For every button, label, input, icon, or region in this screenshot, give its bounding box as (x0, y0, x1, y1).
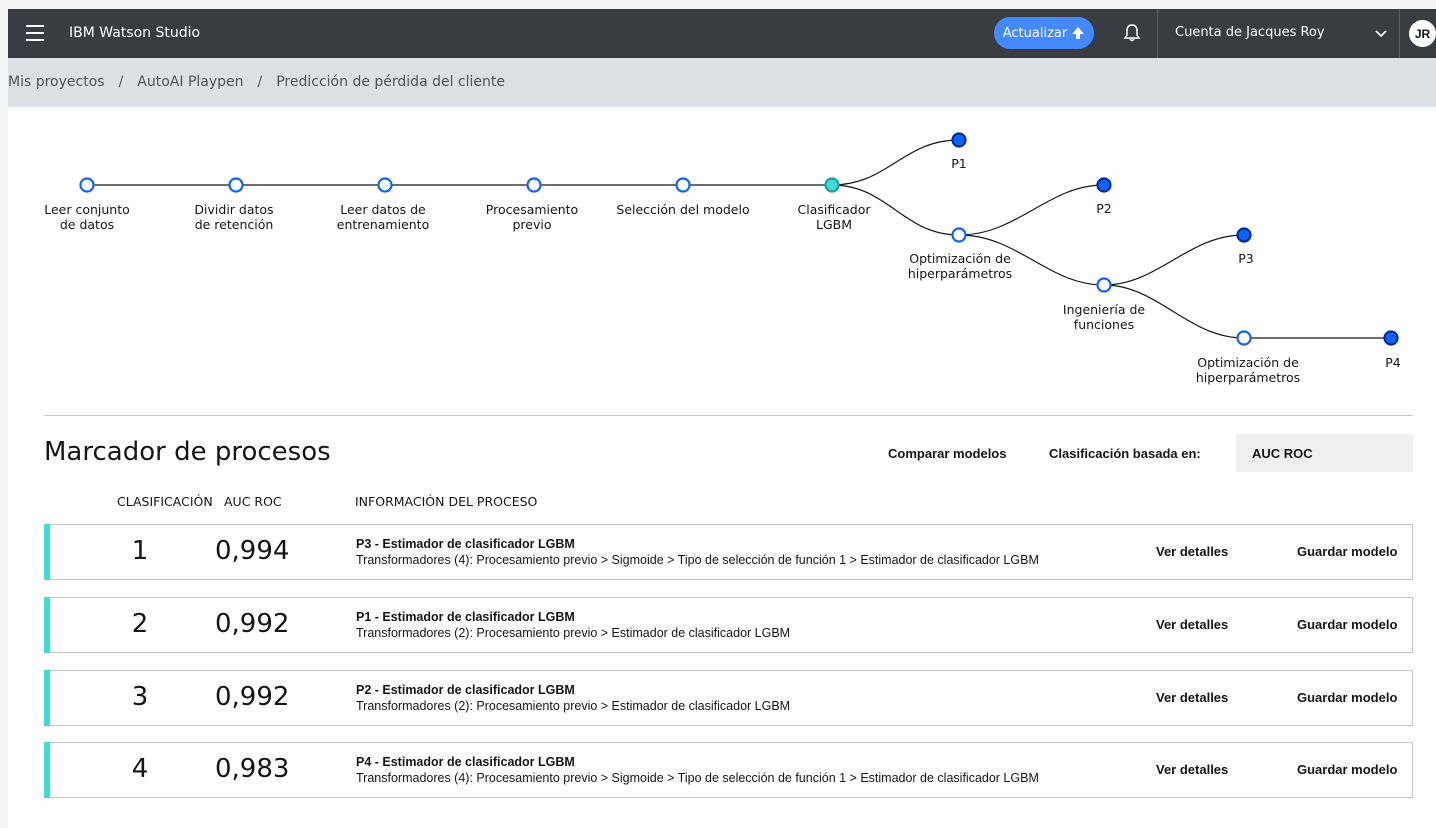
row-accent (44, 597, 50, 653)
row-rank: 3 (131, 682, 149, 712)
breadcrumb-my-projects[interactable]: Mis proyectos (8, 74, 105, 90)
node-p4[interactable] (1383, 330, 1399, 346)
column-header-rank[interactable]: CLASIFICACIÓN (117, 494, 213, 509)
brand-name: IBM Watson Studio (69, 25, 201, 41)
node-model-select[interactable] (675, 177, 691, 193)
node-p2[interactable] (1096, 177, 1112, 193)
rank-by-label: Clasificación basada en: (1049, 446, 1201, 461)
save-model-link[interactable]: Guardar modelo (1297, 762, 1397, 777)
row-accent (44, 670, 50, 726)
chevron-down-icon[interactable] (1374, 26, 1388, 40)
node-label: Leer datos de entrenamiento (336, 202, 430, 232)
breadcrumb-bar: Mis proyectos / AutoAI Playpen / Predicc… (8, 58, 1436, 107)
edge-p2 (958, 184, 1105, 236)
top-nav: IBM Watson Studio Actualizar Cuenta de J… (8, 9, 1436, 58)
node-label: Clasificador LGBM (797, 202, 871, 232)
divider (1157, 9, 1158, 58)
node-preprocess[interactable] (526, 177, 542, 193)
node-label: Procesamiento previo (485, 202, 579, 232)
notification-bell-icon[interactable] (1122, 23, 1142, 43)
pipeline-name: P4 - Estimador de clasificador LGBM (356, 755, 575, 769)
node-split-data[interactable] (228, 177, 244, 193)
compare-models-button[interactable]: Comparar modelos (888, 446, 1006, 461)
node-label: Optimización de hiperparámetros (907, 251, 1013, 281)
avatar[interactable]: JR (1409, 20, 1436, 47)
pipeline-description: Transformadores (4): Procesamiento previ… (356, 771, 1039, 785)
node-label: P3 (1238, 251, 1254, 266)
row-accent (44, 524, 50, 580)
app-frame: IBM Watson Studio Actualizar Cuenta de J… (8, 9, 1436, 828)
node-label: P1 (951, 156, 967, 171)
node-label: Optimización de hiperparámetros (1195, 355, 1301, 385)
node-p1[interactable] (951, 132, 967, 148)
column-header-metric[interactable]: AUC ROC (224, 494, 282, 509)
node-read-train[interactable] (377, 177, 393, 193)
node-lgbm[interactable] (824, 177, 840, 193)
column-header-info: INFORMACIÓN DEL PROCESO (355, 494, 538, 509)
save-model-link[interactable]: Guardar modelo (1297, 544, 1397, 559)
leaderboard-row[interactable]: 3 0,992 P2 - Estimador de clasificador L… (44, 670, 1413, 726)
breadcrumb: Mis proyectos / AutoAI Playpen / Predicc… (8, 74, 505, 90)
row-score: 0,992 (215, 682, 290, 712)
pipeline-name: P2 - Estimador de clasificador LGBM (356, 683, 575, 697)
pipeline-name: P1 - Estimador de clasificador LGBM (356, 610, 575, 624)
row-score: 0,983 (215, 754, 290, 784)
view-details-link[interactable]: Ver detalles (1156, 690, 1228, 705)
breadcrumb-project[interactable]: AutoAI Playpen (137, 74, 243, 90)
leaderboard-row[interactable]: 1 0,994 P3 - Estimador de clasificador L… (44, 524, 1413, 580)
node-hpo-1[interactable] (951, 227, 967, 243)
row-score: 0,994 (215, 536, 290, 566)
node-p3[interactable] (1236, 227, 1252, 243)
row-score: 0,992 (215, 609, 290, 639)
pipeline-diagram: Leer conjunto de datos Dividir datos de re… (8, 107, 1436, 417)
update-button[interactable]: Actualizar (994, 17, 1094, 49)
row-rank: 4 (131, 754, 149, 784)
node-hpo-2[interactable] (1236, 330, 1252, 346)
pipeline-name: P3 - Estimador de clasificador LGBM (356, 537, 575, 551)
pipeline-description: Transformadores (4): Procesamiento previ… (356, 553, 1039, 567)
leaderboard-title: Marcador de procesos (44, 437, 331, 467)
node-label: Ingeniería de funciones (1062, 302, 1146, 332)
divider (1399, 9, 1400, 58)
node-label: P4 (1385, 355, 1401, 370)
node-feature-eng[interactable] (1096, 277, 1112, 293)
row-rank: 2 (131, 609, 149, 639)
update-label: Actualizar (1002, 25, 1068, 41)
pipeline-description: Transformadores (2): Procesamiento previ… (356, 626, 791, 640)
view-details-link[interactable]: Ver detalles (1156, 617, 1228, 632)
row-accent (44, 742, 50, 798)
breadcrumb-experiment[interactable]: Predicción de pérdida del cliente (276, 74, 505, 90)
leaderboard-row[interactable]: 2 0,992 P1 - Estimador de clasificador L… (44, 597, 1413, 653)
node-label: P2 (1096, 201, 1112, 216)
arrow-up-icon (1072, 27, 1085, 39)
save-model-link[interactable]: Guardar modelo (1297, 690, 1397, 705)
leaderboard-row[interactable]: 4 0,983 P4 - Estimador de clasificador L… (44, 742, 1413, 798)
node-label: Selección del modelo (616, 202, 750, 217)
node-label: Leer conjunto de datos (44, 202, 130, 232)
save-model-link[interactable]: Guardar modelo (1297, 617, 1397, 632)
edge-p3 (1103, 234, 1245, 286)
node-label: Dividir datos de retención (194, 202, 274, 232)
view-details-link[interactable]: Ver detalles (1156, 544, 1228, 559)
node-read-data[interactable] (79, 177, 95, 193)
pipeline-description: Transformadores (2): Procesamiento previ… (356, 699, 791, 713)
rank-by-select[interactable]: AUC ROC (1236, 434, 1413, 472)
edge-p1 (831, 139, 960, 186)
row-rank: 1 (131, 536, 149, 566)
account-switcher[interactable]: Cuenta de Jacques Roy (1175, 25, 1325, 40)
section-divider (44, 415, 1413, 416)
hamburger-menu-icon[interactable] (26, 25, 44, 41)
view-details-link[interactable]: Ver detalles (1156, 762, 1228, 777)
